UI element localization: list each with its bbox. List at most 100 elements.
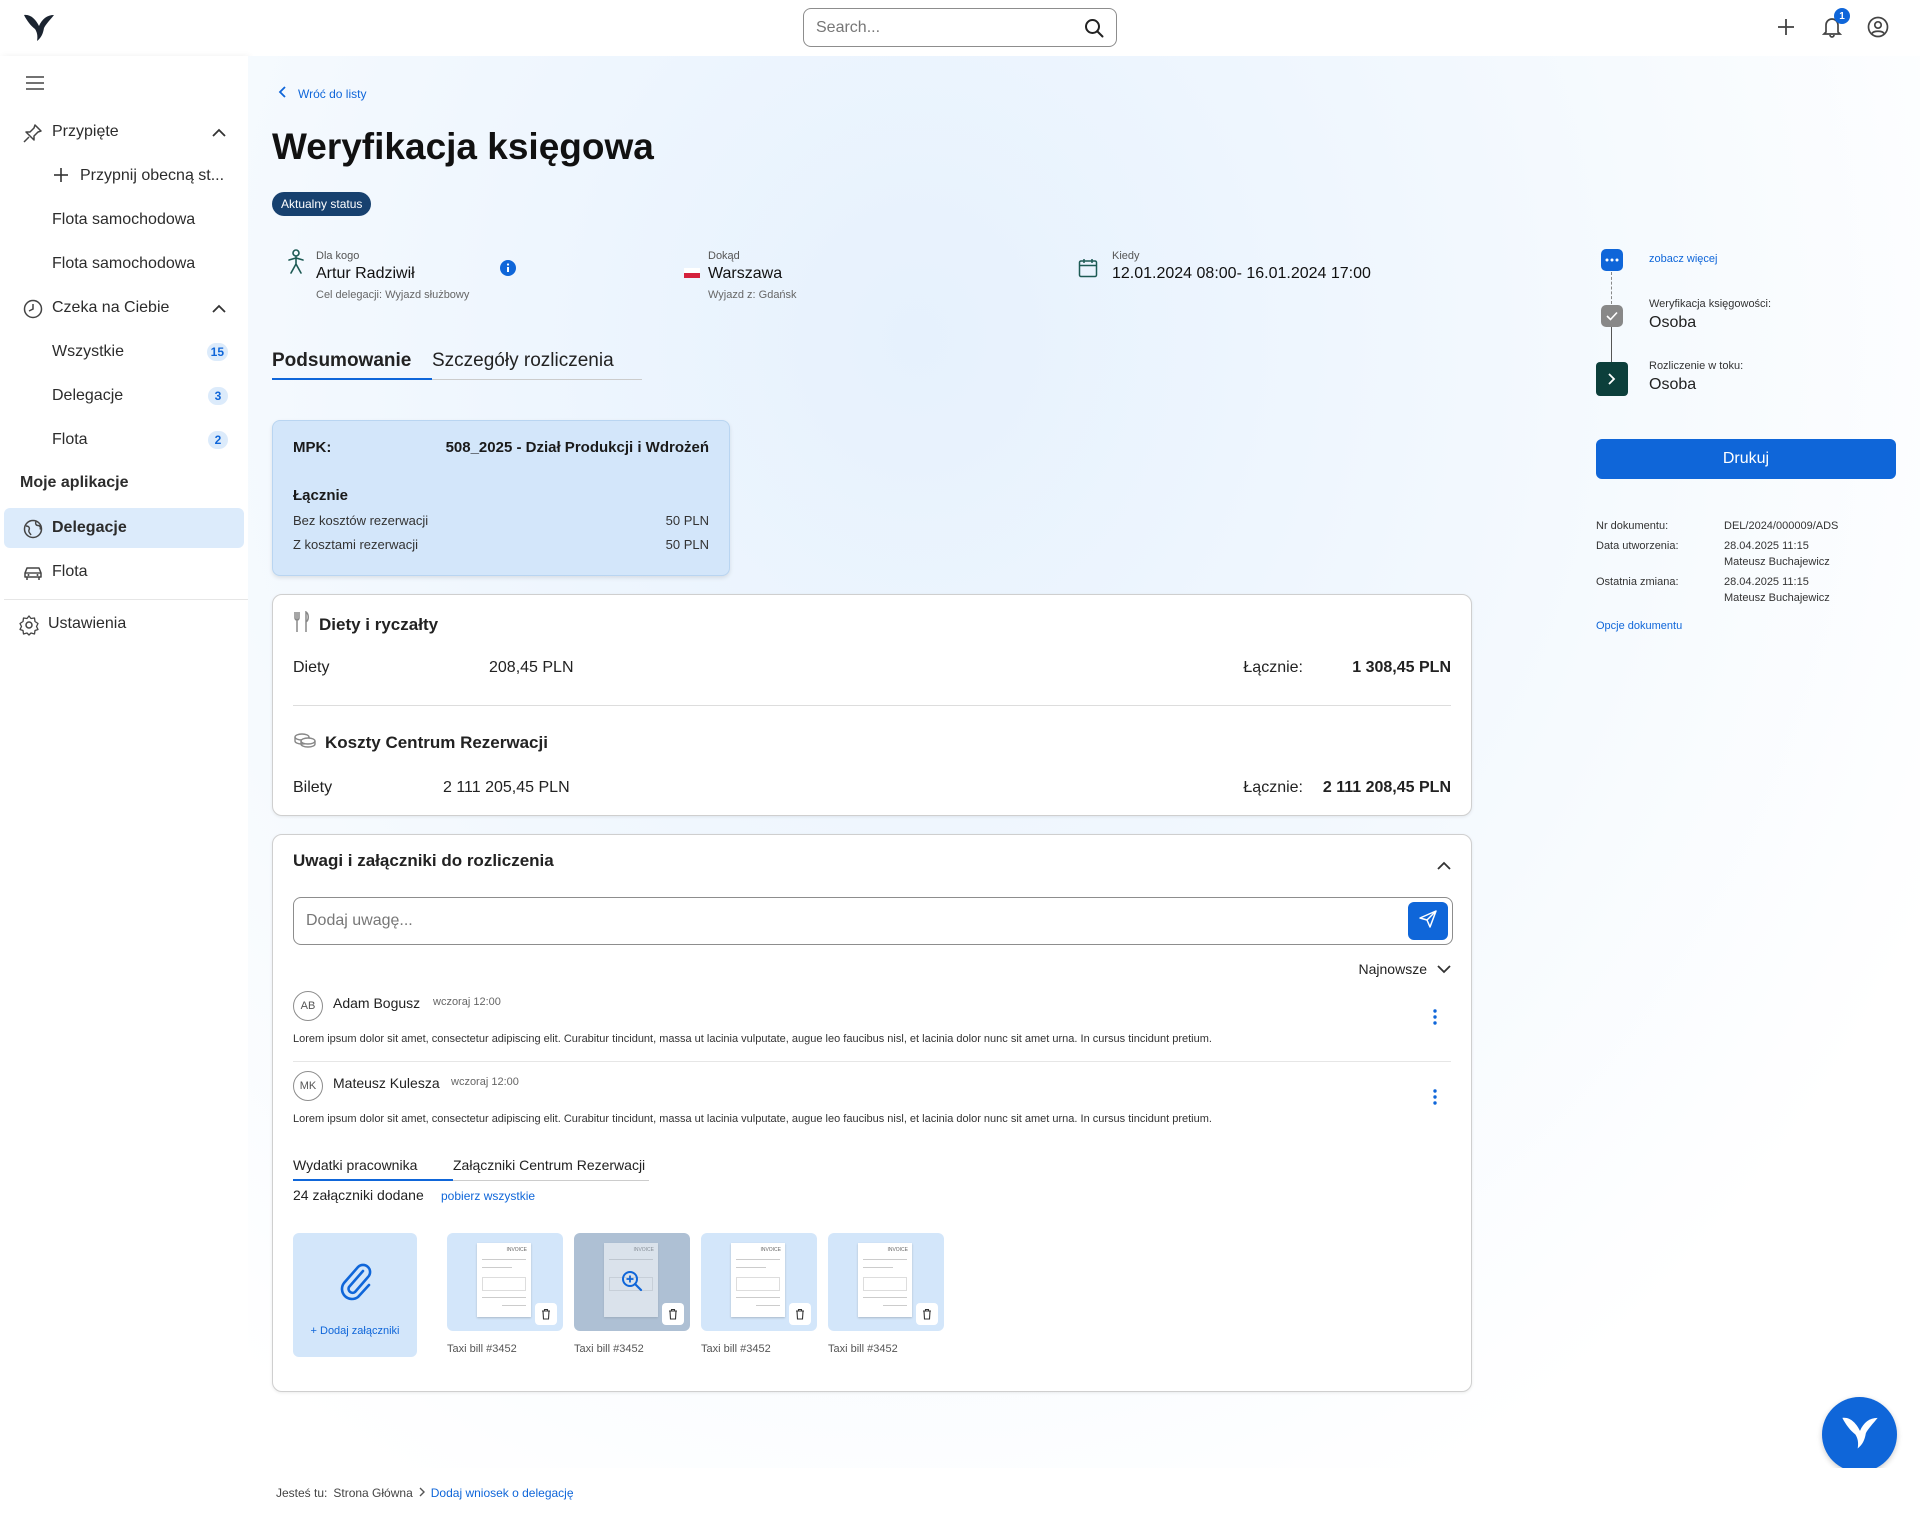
sidebar-item-label: Przypnij obecną st... [80,167,225,184]
sidebar-item-fleet-2[interactable]: Flota samochodowa [4,244,244,284]
comment-time: wczoraj 12:00 [451,1076,519,1088]
sidebar-item-pinned[interactable]: Przypięte [4,112,244,152]
sidebar-item-all[interactable]: Wszystkie 15 [4,332,244,372]
plus-icon [52,166,74,188]
paperclip-icon [337,1261,373,1306]
chevron-up-icon[interactable] [1437,857,1451,875]
search-box[interactable] [803,8,1117,47]
doc-changed-row: Ostatnia zmiana: 28.04.2025 11:15 Mateus… [1596,576,1830,604]
add-attachment-button[interactable]: + Dodaj załączniki [293,1233,417,1357]
attachment-thumbnail[interactable]: INVOICE Taxi bill #3452 [828,1233,944,1355]
breadcrumb-current[interactable]: Dodaj wniosek o delegację [431,1486,574,1500]
sidebar-item-delegations[interactable]: Delegacje [4,508,244,548]
see-more-link[interactable]: zobacz więcej [1649,253,1717,265]
sidebar-item-label: Delegacje [52,387,124,404]
delete-icon[interactable] [789,1303,811,1325]
menu-icon[interactable] [26,76,44,95]
gear-icon [18,614,40,636]
sidebar-item-settings[interactable]: Ustawienia [4,604,244,644]
check-icon [1601,305,1623,327]
comment-author: Mateusz Kulesza [333,1075,440,1091]
mpk-label: MPK: [293,439,332,456]
sidebar-item-pin-current[interactable]: Przypnij obecną st... [4,156,244,196]
delete-icon[interactable] [662,1303,684,1325]
brand-logo-icon [1840,1414,1880,1455]
more-options-icon[interactable] [1433,1089,1437,1110]
document-options-link[interactable]: Opcje dokumentu [1596,620,1682,632]
comment-time: wczoraj 12:00 [433,996,501,1008]
mpk-card: MPK: 508_2025 - Dział Produkcji i Wdroże… [272,420,730,576]
invoice-preview: INVOICE [858,1243,912,1317]
bell-icon[interactable]: 1 [1820,8,1850,40]
chevron-right-icon [419,1486,425,1500]
brand-logo-icon[interactable] [22,12,58,44]
attachments-count: 24 załączniki dodane [293,1187,424,1203]
departure-from: Wyjazd z: Gdańsk [708,289,797,301]
cutlery-icon [293,610,311,638]
search-icon[interactable] [1084,18,1104,43]
timeline-connector [1611,327,1612,363]
assistant-button[interactable] [1822,1397,1897,1472]
info-icon[interactable] [500,260,516,281]
chevron-up-icon[interactable] [212,300,226,318]
comment-field[interactable] [293,897,1453,945]
see-more-steps-icon[interactable] [1601,249,1623,271]
notification-badge: 1 [1834,8,1850,24]
download-all-link[interactable]: pobierz wszystkie [441,1189,535,1203]
print-button[interactable]: Drukuj [1596,439,1896,479]
attachment-name: Taxi bill #3452 [701,1343,771,1355]
comment-input[interactable] [306,898,1386,944]
breadcrumb-home[interactable]: Strona Główna [333,1486,412,1500]
tab-summary[interactable]: Podsumowanie [272,350,432,380]
sidebar-item-delegations-waiting[interactable]: Delegacje 3 [4,376,244,416]
sidebar-item-label: Flota [52,563,88,580]
send-icon [1419,909,1437,933]
top-actions: 1 [1774,8,1890,40]
avatar: AB [293,991,323,1021]
breadcrumb-prefix: Jesteś tu: [276,1486,328,1500]
sidebar-item-label: Delegacje [52,519,127,536]
more-options-icon[interactable] [1433,1009,1437,1030]
attachment-thumbnail[interactable]: INVOICE Taxi bill #3452 [447,1233,563,1355]
page-title: Weryfikacja księgowa [272,126,654,167]
chevron-down-icon [1437,961,1451,977]
zoom-in-icon[interactable] [620,1269,644,1298]
workflow-step: Weryfikacja księgowości: Osoba [1649,298,1772,331]
summary-tabs: Podsumowanie Szczegóły rozliczenia [272,350,642,380]
chevron-right-icon [1596,362,1628,396]
sidebar-item-waiting[interactable]: Czeka na Ciebie [4,288,244,328]
sort-dropdown[interactable]: Najnowsze [1359,961,1451,977]
tab-settlement-details[interactable]: Szczegóły rozliczenia [432,350,614,380]
divider [293,705,1451,706]
send-comment-button[interactable] [1408,902,1448,940]
attachment-thumbnail[interactable]: INVOICE Taxi bill #3452 [574,1233,690,1355]
booking-costs-title: Koszty Centrum Rezerwacji [293,731,548,754]
dates-caption: Kiedy [1112,250,1140,262]
pin-icon [22,122,44,144]
sidebar-item-fleet-1[interactable]: Flota samochodowa [4,200,244,240]
clock-icon [22,298,44,320]
notes-title: Uwagi i załączniki do rozliczenia [293,851,554,870]
delete-icon[interactable] [916,1303,938,1325]
tab-booking-attachments[interactable]: Załączniki Centrum Rezerwacji [453,1157,645,1181]
mpk-row: MPK: 508_2025 - Dział Produkcji i Wdroże… [293,439,709,456]
back-to-list-link[interactable]: Wróć do listy [278,86,366,101]
tab-employee-expenses[interactable]: Wydatki pracownika [293,1157,453,1181]
destination-caption: Dokąd [708,250,740,262]
sidebar-item-label: Flota samochodowa [52,211,196,228]
attachment-thumbnail[interactable]: INVOICE Taxi bill #3452 [701,1233,817,1355]
delete-icon[interactable] [535,1303,557,1325]
invoice-preview: INVOICE [477,1243,531,1317]
for-whom-icon [286,249,306,280]
sidebar-divider [4,599,248,600]
mpk-value: 508_2025 - Dział Produkcji i Wdrożeń [445,439,709,456]
sidebar-item-fleet-waiting[interactable]: Flota 2 [4,420,244,460]
costs-summary-card: Diety i ryczałty Diety 208,45 PLN Łączni… [272,594,1472,816]
for-whom-caption: Dla kogo [316,250,360,262]
user-account-icon[interactable] [1866,14,1890,40]
chevron-up-icon[interactable] [212,124,226,142]
search-input[interactable] [816,9,1076,46]
chevron-left-icon [278,86,286,101]
add-icon[interactable] [1774,14,1798,40]
sidebar-item-fleet[interactable]: Flota [4,552,244,592]
